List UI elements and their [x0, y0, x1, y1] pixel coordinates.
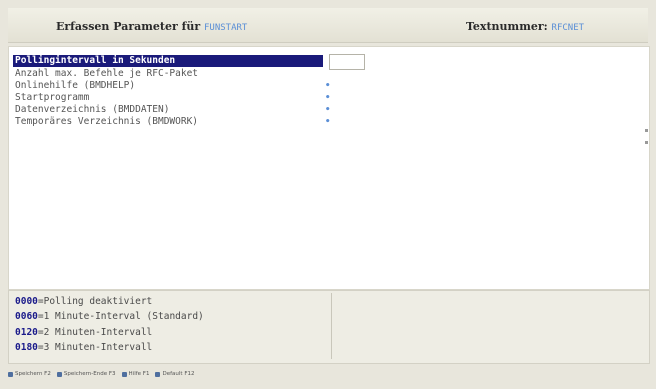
parameter-row-startprogram[interactable]: Startprogramm •: [13, 92, 330, 104]
text-number-label: Textnummer:: [466, 20, 548, 33]
save-icon: [8, 371, 13, 377]
parameter-label: Pollingintervall in Sekunden: [15, 55, 176, 66]
default-icon: [155, 371, 161, 377]
parameter-label: Onlinehilfe (BMDHELP): [15, 80, 136, 91]
page-title: Erfassen Parameter für FUNSTART: [56, 20, 247, 33]
header-bar: Erfassen Parameter für FUNSTART Textnumm…: [8, 8, 648, 43]
function-key-bar: Speichern F2 Speichern-Ende F3 Hilfe F1 …: [8, 366, 648, 382]
program-name: FUNSTART: [204, 23, 248, 33]
required-marker: •: [325, 117, 331, 127]
parameter-row-onlinehelp[interactable]: Onlinehilfe (BMDHELP) •: [13, 80, 330, 92]
parameter-row-tempdir[interactable]: Temporäres Verzeichnis (BMDWORK) •: [13, 116, 330, 128]
parameter-label: Startprogramm: [15, 92, 90, 103]
help-line: 0000=Polling deaktiviert: [15, 295, 152, 309]
edge-marker: [645, 141, 648, 144]
required-marker: •: [325, 93, 331, 103]
save-close-label: Speichern-Ende F3: [63, 371, 116, 377]
save-close-icon: [56, 371, 62, 377]
required-marker: •: [325, 105, 331, 115]
help-line: 0180=3 Minuten-Intervall: [15, 341, 152, 355]
default-label: Default F12: [162, 371, 195, 377]
save-label: Speichern F2: [15, 371, 51, 377]
help-text: =3 Minuten-Intervall: [37, 342, 153, 353]
help-label: Hilfe F1: [128, 371, 150, 377]
parameter-label: Anzahl max. Befehle je RFC-Paket: [15, 68, 199, 79]
help-line: 0060=1 Minute-Interval (Standard): [15, 310, 204, 324]
save-close-button[interactable]: Speichern-Ende F3: [56, 371, 116, 377]
help-text: =Polling deaktiviert: [37, 296, 153, 307]
help-button[interactable]: Hilfe F1: [121, 371, 150, 377]
edge-marker: [645, 129, 648, 132]
text-number: Textnummer: RFCNET: [466, 20, 584, 33]
default-button[interactable]: Default F12: [155, 371, 194, 377]
text-number-value: RFCNET: [551, 23, 585, 33]
help-text: =2 Minuten-Intervall: [37, 327, 153, 338]
help-divider: [331, 293, 332, 359]
help-line: 0120=2 Minuten-Intervall: [15, 326, 152, 340]
parameter-row-polling[interactable]: Pollingintervall in Sekunden: [13, 55, 323, 67]
value-input[interactable]: [329, 54, 365, 70]
help-code: 0060: [15, 311, 38, 322]
help-icon: [121, 371, 127, 377]
help-code: 0180: [15, 342, 38, 353]
parameter-label: Temporäres Verzeichnis (BMDWORK): [15, 116, 199, 127]
title-prefix: Erfassen Parameter für: [56, 20, 201, 33]
help-panel: 0000=Polling deaktiviert 0060=1 Minute-I…: [8, 290, 650, 364]
parameter-row-datadir[interactable]: Datenverzeichnis (BMDDATEN) •: [13, 104, 330, 116]
parameter-label: Datenverzeichnis (BMDDATEN): [15, 104, 170, 115]
save-button[interactable]: Speichern F2: [8, 371, 51, 377]
help-text: =1 Minute-Interval (Standard): [37, 311, 204, 322]
required-marker: •: [325, 81, 331, 91]
help-code: 0120: [15, 327, 38, 338]
parameter-list: Pollingintervall in Sekunden Anzahl max.…: [8, 46, 650, 290]
help-code: 0000: [15, 296, 38, 307]
parameter-row-max-commands[interactable]: Anzahl max. Befehle je RFC-Paket: [13, 68, 323, 80]
